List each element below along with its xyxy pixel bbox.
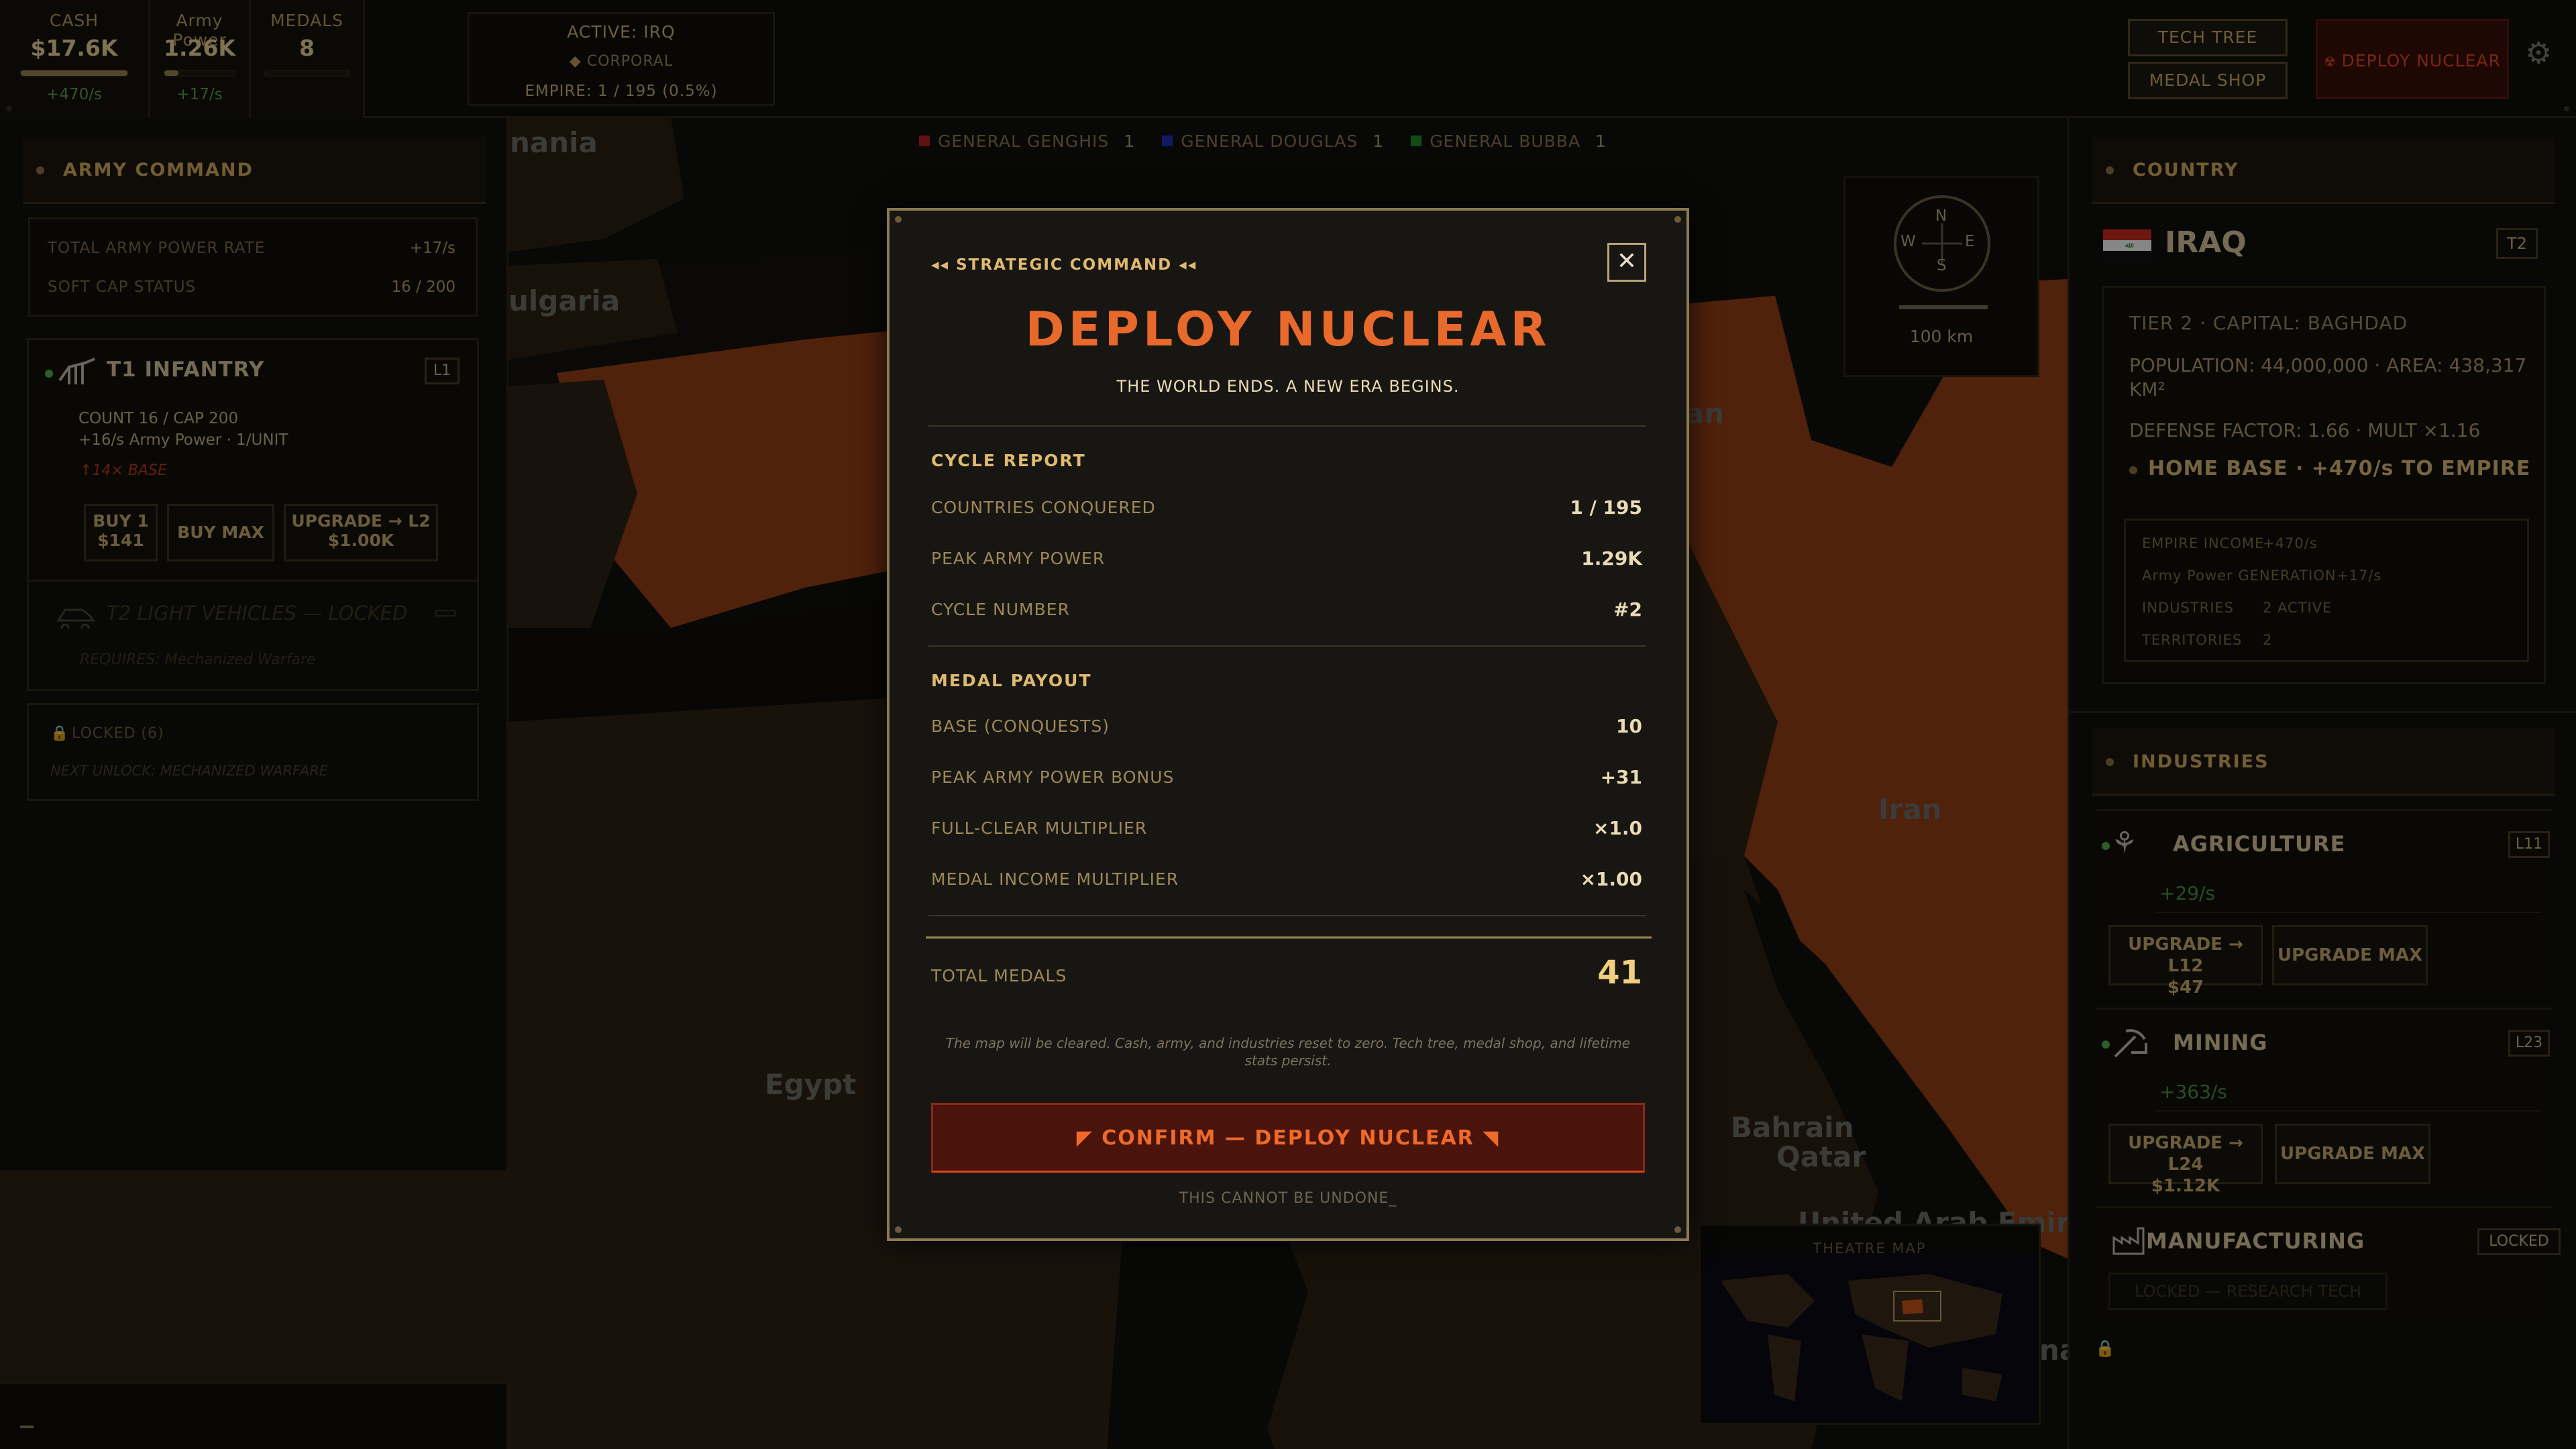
modal-title: DEPLOY NUCLEAR: [1025, 302, 1551, 357]
undo-warning: THIS CANNOT BE UNDONE_: [1179, 1190, 1397, 1207]
kicker-right-icon: ◂◂: [1172, 256, 1197, 274]
divider: [928, 645, 1646, 647]
modal-subtitle: THE WORLD ENDS. A NEW ERA BEGINS.: [1116, 377, 1460, 396]
payout-value: ×1.00: [1580, 868, 1642, 890]
kicker-left-icon: ◂◂: [931, 256, 957, 274]
corner-dot: [895, 216, 902, 223]
report-value: 1 / 195: [1570, 496, 1642, 519]
report-value: 1.29K: [1581, 547, 1642, 570]
payout-value: 10: [1616, 715, 1642, 737]
corner-dot: [1674, 1226, 1681, 1233]
corner-dot: [895, 1226, 902, 1233]
total-medals-value: 41: [1597, 954, 1642, 991]
confirm-deploy-nuclear-button[interactable]: ◤ CONFIRM — DEPLOY NUCLEAR ◥: [931, 1103, 1645, 1173]
payout-label: MEDAL INCOME MULTIPLIER: [931, 869, 1179, 889]
divider: [928, 915, 1646, 916]
confirm-right-icon: ◥: [1474, 1126, 1500, 1150]
reset-note: The map will be cleared. Cash, army, and…: [945, 1035, 1631, 1069]
report-label: PEAK ARMY POWER: [931, 549, 1106, 568]
cycle-report-title: CYCLE REPORT: [931, 451, 1086, 470]
corner-dot: [1674, 216, 1681, 223]
report-label: COUNTRIES CONQUERED: [931, 498, 1156, 517]
modal-kicker: ◂◂ STRATEGIC COMMAND ◂◂: [931, 256, 1197, 274]
report-value: #2: [1613, 598, 1642, 621]
kicker-text: STRATEGIC COMMAND: [956, 256, 1173, 274]
report-label: CYCLE NUMBER: [931, 600, 1070, 619]
payout-label: BASE (CONQUESTS): [931, 716, 1110, 736]
payout-value: ×1.0: [1593, 817, 1642, 839]
total-medals-label: TOTAL MEDALS: [931, 966, 1067, 985]
confirm-left-icon: ◤: [1076, 1126, 1102, 1150]
confirm-label: CONFIRM — DEPLOY NUCLEAR: [1102, 1126, 1474, 1150]
divider-gold: [926, 936, 1652, 938]
medal-payout-title: MEDAL PAYOUT: [931, 671, 1092, 690]
payout-label: PEAK ARMY POWER BONUS: [931, 767, 1175, 787]
divider: [928, 425, 1646, 427]
payout-value: +31: [1600, 766, 1642, 788]
payout-label: FULL-CLEAR MULTIPLIER: [931, 818, 1148, 838]
close-icon[interactable]: ✕: [1607, 243, 1646, 282]
deploy-nuclear-modal: ◂◂ STRATEGIC COMMAND ◂◂ ✕ DEPLOY NUCLEAR…: [887, 208, 1689, 1241]
